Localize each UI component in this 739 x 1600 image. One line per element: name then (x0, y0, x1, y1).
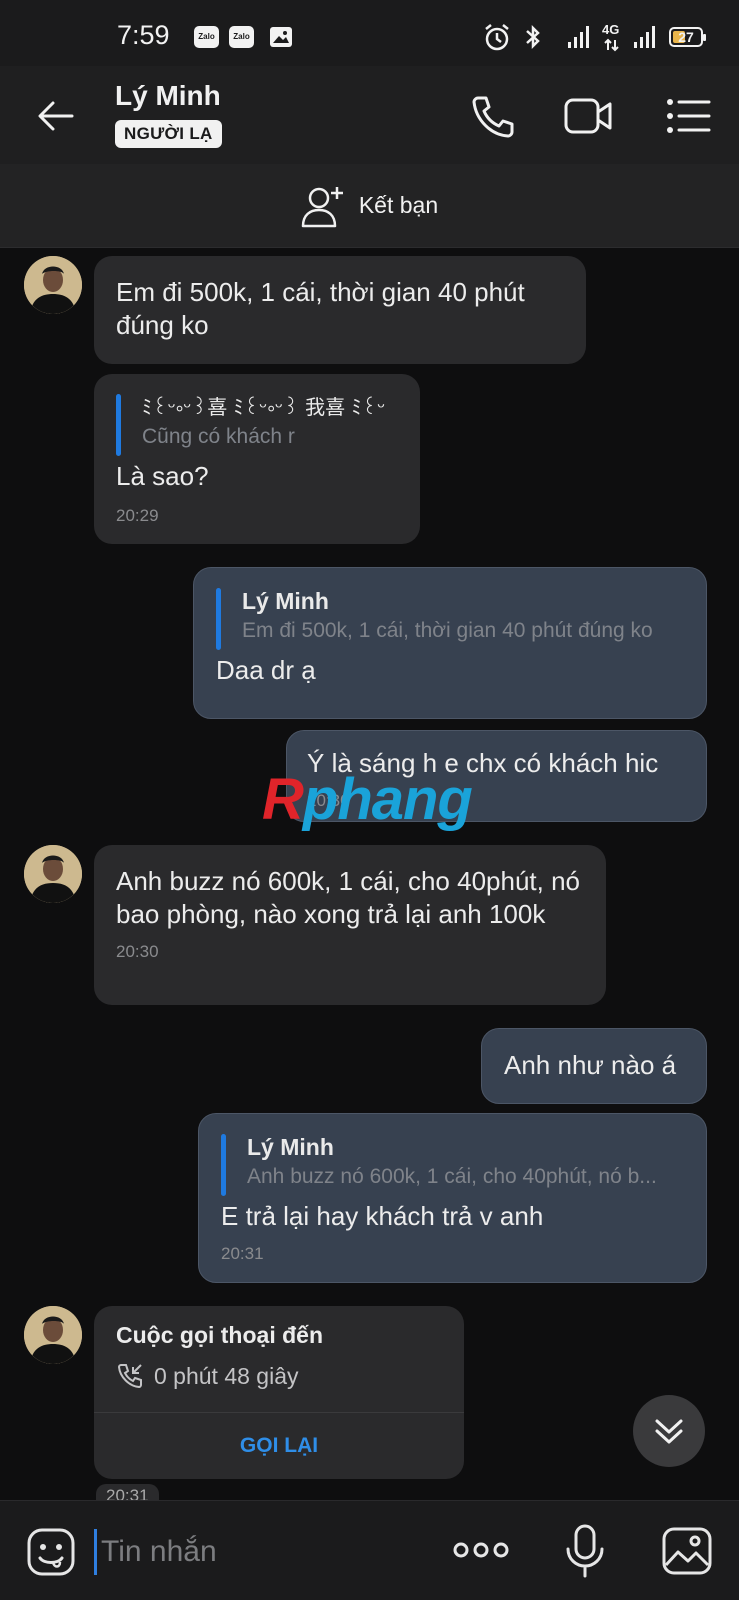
stranger-badge: NGƯỜI LẠ (115, 120, 222, 148)
bluetooth-icon (526, 24, 540, 50)
contact-avatar[interactable] (24, 1306, 82, 1364)
scroll-to-bottom-button[interactable] (633, 1395, 705, 1467)
quote-text: Anh buzz nó 600k, 1 cái, cho 40phút, nó … (247, 1165, 657, 1188)
more-options-icon[interactable] (452, 1535, 510, 1565)
incoming-message[interactable]: Em đi 500k, 1 cái, thời gian 40 phút đún… (94, 256, 586, 364)
call-back-button[interactable]: GỌI LẠI (94, 1412, 464, 1479)
quoted-reply[interactable]: Lý Minh Anh buzz nó 600k, 1 cái, cho 40p… (221, 1132, 684, 1196)
message-text: Anh như nào á (504, 1050, 677, 1080)
double-chevron-down-icon (655, 1419, 683, 1444)
quoted-reply[interactable]: Lý Minh Em đi 500k, 1 cái, thời gian 40 … (216, 586, 684, 650)
zalo-notification-icon: Zalo (194, 26, 219, 48)
battery-icon: 27 (669, 27, 706, 47)
menu-icon[interactable] (664, 92, 716, 140)
image-gallery-icon[interactable] (660, 1525, 714, 1577)
quote-author: Lý Minh (247, 1134, 334, 1160)
image-notification-icon (270, 27, 292, 47)
message-text: Em đi 500k, 1 cái, thời gian 40 phút đún… (116, 277, 525, 340)
signal-icon (568, 26, 589, 48)
status-bar: 7:59 Zalo Zalo 4G 27 (0, 0, 739, 66)
status-time: 7:59 (117, 20, 170, 50)
call-title: Cuộc gọi thoại đến (116, 1322, 323, 1348)
incoming-message[interactable]: ﾐ꒰ᵕ༚ᵕ꒱喜 ﾐ꒰ᵕ༚ᵕ꒱ 我喜 ﾐ꒰ᵕ Cũng có khách r Là… (94, 374, 420, 544)
message-composer: Tin nhắn (0, 1500, 739, 1600)
message-time: 20:31 (221, 1244, 264, 1263)
message-text: Anh buzz nó 600k, 1 cái, cho 40phút, nó … (116, 866, 581, 929)
call-duration-row: 0 phút 48 giây (116, 1362, 299, 1390)
incoming-call-icon (117, 1364, 142, 1389)
message-text: Daa dr ạ (216, 655, 316, 685)
quoted-reply[interactable]: ﾐ꒰ᵕ༚ᵕ꒱喜 ﾐ꒰ᵕ༚ᵕ꒱ 我喜 ﾐ꒰ᵕ Cũng có khách r (116, 392, 398, 456)
quote-author: ﾐ꒰ᵕ༚ᵕ꒱喜 ﾐ꒰ᵕ༚ᵕ꒱ 我喜 ﾐ꒰ᵕ (142, 395, 386, 419)
message-text: E trả lại hay khách trả v anh (221, 1201, 544, 1231)
call-log-card: Cuộc gọi thoại đến 0 phút 48 giây GỌI LẠ… (94, 1306, 464, 1479)
contact-avatar[interactable] (24, 845, 82, 903)
watermark-logo: Rphang (262, 767, 473, 832)
microphone-icon[interactable] (564, 1523, 606, 1579)
add-friend-icon (301, 186, 343, 227)
sticker-emoji-icon[interactable] (24, 1525, 78, 1579)
battery-level: 27 (678, 29, 694, 45)
incoming-message[interactable]: Anh buzz nó 600k, 1 cái, cho 40phút, nó … (94, 845, 606, 1005)
contact-avatar[interactable] (24, 256, 82, 314)
message-time: 20:30 (116, 942, 159, 961)
signal-icon (634, 26, 655, 48)
video-call-icon[interactable] (563, 92, 615, 140)
phone-call-icon[interactable] (468, 92, 520, 140)
zalo-notification-icon: Zalo (229, 26, 254, 48)
quote-author: Lý Minh (242, 588, 329, 614)
outgoing-message[interactable]: Anh như nào á (481, 1028, 707, 1104)
message-time: 20:29 (116, 506, 159, 525)
message-text: Là sao? (116, 461, 209, 491)
outgoing-message[interactable]: Lý Minh Anh buzz nó 600k, 1 cái, cho 40p… (198, 1113, 707, 1283)
add-friend-label: Kết bạn (358, 192, 439, 218)
contact-name[interactable]: Lý Minh (115, 80, 221, 112)
quote-text: Em đi 500k, 1 cái, thời gian 40 phút đún… (242, 619, 653, 642)
add-friend-button[interactable]: Kết bạn (0, 164, 739, 248)
message-input[interactable]: Tin nhắn (94, 1529, 424, 1575)
chat-header: Lý Minh NGƯỜI LẠ (0, 66, 739, 164)
call-duration: 0 phút 48 giây (154, 1362, 299, 1389)
data-arrows-icon (604, 38, 619, 52)
quote-text: Cũng có khách r (142, 425, 295, 448)
alarm-icon (485, 24, 509, 51)
outgoing-message[interactable]: Lý Minh Em đi 500k, 1 cái, thời gian 40 … (193, 567, 707, 719)
back-arrow-icon[interactable] (36, 96, 76, 136)
